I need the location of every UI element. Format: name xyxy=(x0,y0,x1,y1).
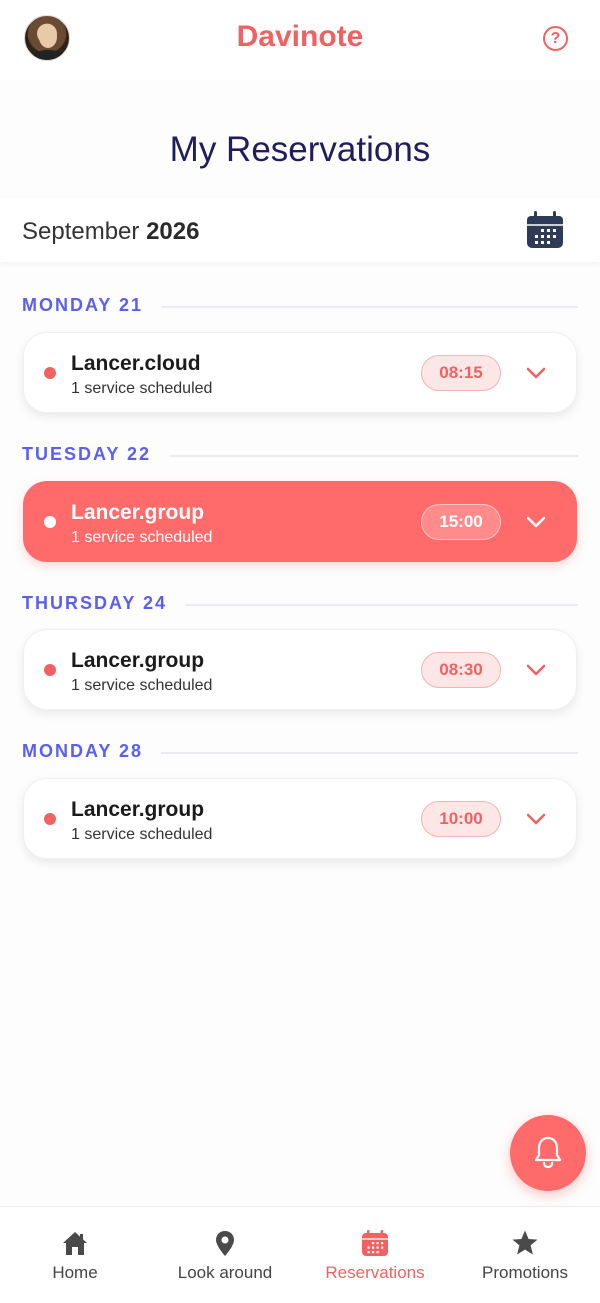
day-header: THURSDAY 24 xyxy=(22,593,578,615)
nav-label: Home xyxy=(52,1263,98,1282)
status-dot xyxy=(44,367,56,379)
nav-promotions[interactable]: Promotions xyxy=(450,1207,600,1303)
nav-reservations[interactable]: Reservations xyxy=(300,1207,450,1303)
reservation-name: Lancer.cloud xyxy=(71,352,201,375)
reservation-card[interactable]: Lancer.group 1 service scheduled 15:00 xyxy=(23,481,577,562)
home-icon xyxy=(63,1232,87,1255)
month-name: September xyxy=(22,218,140,245)
calendar-icon xyxy=(527,211,563,248)
nav-label: Look around xyxy=(177,1263,273,1282)
day-label: MONDAY 21 xyxy=(22,295,162,316)
chevron-down-icon[interactable] xyxy=(524,807,548,831)
nav-label: Reservations xyxy=(325,1263,425,1282)
time-badge: 10:00 xyxy=(421,801,501,837)
bell-icon xyxy=(534,1136,562,1169)
day-label: MONDAY 28 xyxy=(22,741,162,762)
nav-look-around[interactable]: Look around xyxy=(150,1207,300,1303)
time-badge: 15:00 xyxy=(421,504,501,540)
calendar-icon xyxy=(362,1230,388,1256)
day-label: THURSDAY 24 xyxy=(22,593,186,614)
reservation-name: Lancer.group xyxy=(71,649,205,672)
map-pin-icon xyxy=(216,1231,234,1256)
calendar-picker-button[interactable] xyxy=(525,210,565,250)
reservation-card[interactable]: Lancer.group 1 service scheduled 10:00 xyxy=(23,778,577,859)
month-label: September 2026 xyxy=(22,218,199,246)
nav-label: Promotions xyxy=(482,1263,568,1282)
reservation-name: Lancer.group xyxy=(71,501,205,524)
reservation-subtitle: 1 service scheduled xyxy=(71,529,213,546)
day-label: TUESDAY 22 xyxy=(22,444,170,465)
reservation-card[interactable]: Lancer.cloud 1 service scheduled 08:15 xyxy=(23,332,577,413)
question-circle-icon[interactable]: ? xyxy=(543,26,568,51)
notifications-fab[interactable] xyxy=(510,1115,586,1191)
reservation-subtitle: 1 service scheduled xyxy=(71,677,213,694)
day-header: MONDAY 21 xyxy=(22,295,578,317)
time-badge: 08:15 xyxy=(421,355,501,391)
top-bar: Davinote ? xyxy=(0,0,600,80)
reservation-subtitle: 1 service scheduled xyxy=(71,826,213,843)
chevron-down-icon[interactable] xyxy=(524,510,548,534)
page-title: My Reservations xyxy=(169,130,431,169)
star-icon xyxy=(512,1230,538,1255)
status-dot xyxy=(44,516,56,528)
chevron-down-icon[interactable] xyxy=(524,361,548,385)
status-dot xyxy=(44,813,56,825)
month-bar: September 2026 xyxy=(0,198,600,262)
reservation-name: Lancer.group xyxy=(71,798,205,821)
bottom-nav: Home Look around Reservations Promotions xyxy=(0,1206,600,1303)
status-dot xyxy=(44,664,56,676)
nav-home[interactable]: Home xyxy=(0,1207,150,1303)
app-brand: Davinote xyxy=(236,20,364,53)
chevron-down-icon[interactable] xyxy=(524,658,548,682)
reservation-subtitle: 1 service scheduled xyxy=(71,380,213,397)
month-year: 2026 xyxy=(146,218,200,245)
reservation-card[interactable]: Lancer.group 1 service scheduled 08:30 xyxy=(23,629,577,710)
day-header: MONDAY 28 xyxy=(22,741,578,763)
app-root: Davinote ? My Reservations September 202… xyxy=(0,0,600,1303)
day-header: TUESDAY 22 xyxy=(22,444,578,466)
time-badge: 08:30 xyxy=(421,652,501,688)
